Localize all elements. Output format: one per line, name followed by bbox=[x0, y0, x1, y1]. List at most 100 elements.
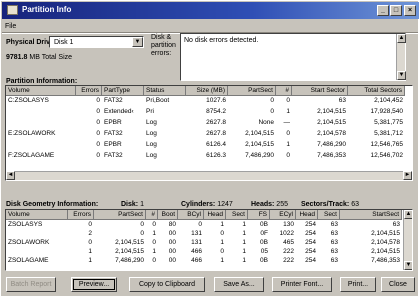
table-cell: 1 bbox=[286, 141, 290, 148]
table-cell: 254 bbox=[305, 239, 316, 246]
geometry-vscrollbar[interactable]: ▲ ▼ bbox=[403, 210, 412, 270]
table-cell: 63 bbox=[330, 221, 338, 228]
partition-info-window: Partition Info _ □ × File Physical Drive… bbox=[0, 0, 419, 297]
column-header[interactable]: # bbox=[146, 210, 158, 220]
column-header[interactable]: BCyl bbox=[178, 210, 204, 220]
table-cell: 2,104,515 bbox=[245, 141, 274, 148]
column-header[interactable]: PartSect bbox=[228, 86, 276, 96]
close-window-button[interactable]: × bbox=[404, 5, 416, 16]
table-cell: 5,381,775 bbox=[374, 119, 403, 126]
table-cell: 0 bbox=[220, 230, 224, 237]
printer-font-button[interactable]: Printer Font... bbox=[272, 277, 332, 292]
scroll-up-icon[interactable]: ▲ bbox=[404, 210, 412, 219]
table-cell: 0 bbox=[96, 152, 100, 159]
table-cell: 0 bbox=[152, 239, 156, 246]
table-cell: 5,381,712 bbox=[374, 130, 403, 137]
scroll-down-icon[interactable]: ▼ bbox=[404, 261, 412, 270]
column-header[interactable]: Total Sectors bbox=[348, 86, 405, 96]
table-row[interactable]: ZSOLASYS 0 0 0 80 0 1 1 0B 130 254 63 63 bbox=[6, 221, 402, 230]
table-cell: 254 bbox=[305, 230, 316, 237]
table-cell: FAT32 bbox=[104, 152, 123, 159]
column-header[interactable]: ECyl bbox=[270, 210, 296, 220]
menu-file[interactable]: File bbox=[5, 23, 16, 30]
errors-scrollbar[interactable]: ▲ ▼ bbox=[396, 34, 406, 80]
column-header[interactable]: FS bbox=[248, 210, 270, 220]
scroll-right-icon[interactable]: ► bbox=[403, 171, 412, 180]
title-bar[interactable]: Partition Info _ □ × bbox=[2, 2, 419, 19]
scroll-left-icon[interactable]: ◄ bbox=[6, 171, 15, 180]
table-cell: 0 bbox=[96, 141, 100, 148]
table-row[interactable]: E:ZSOLAWORK 0 FAT32 Log 2627.8 2,104,515 0 2,10… bbox=[6, 130, 405, 141]
maximize-button[interactable]: □ bbox=[390, 5, 402, 16]
table-cell: 0 bbox=[198, 221, 202, 228]
column-header[interactable]: Head bbox=[296, 210, 318, 220]
table-row[interactable]: ZSOLAGAME 1 7,486,290 0 00 466 1 1 0B 222 254 63 7,4… bbox=[6, 257, 402, 266]
minimize-button[interactable]: _ bbox=[377, 5, 389, 16]
table-cell: 466 bbox=[191, 248, 202, 255]
chevron-down-icon[interactable]: ▼ bbox=[132, 37, 143, 47]
table-cell: 0B bbox=[260, 221, 268, 228]
table-row[interactable]: 0 Extended‹ Pri 8754.2 0 1 2,104,515 17,928,540 bbox=[6, 108, 405, 119]
table-row[interactable]: 0 EPBR Log 6126.4 2,104,515 1 7,486,290 12,546,… bbox=[6, 141, 405, 152]
column-header[interactable]: Boot bbox=[158, 210, 178, 220]
table-cell: ZSOLAWORK bbox=[8, 239, 50, 246]
table-cell: 63 bbox=[330, 230, 338, 237]
table-cell: 00 bbox=[168, 230, 176, 237]
scroll-down-icon[interactable]: ▼ bbox=[397, 71, 406, 80]
table-row[interactable]: F:ZSOLAGAME 0 FAT32 Log 6126.3 7,486,290 0 7,48… bbox=[6, 152, 405, 163]
geometry-table[interactable]: Volume Errors PartSect # Boot BCyl Head Sect FS E… bbox=[5, 209, 413, 271]
table-cell: 131 bbox=[191, 230, 202, 237]
column-header[interactable]: StartSect bbox=[340, 210, 402, 220]
table-cell: 1 bbox=[242, 230, 246, 237]
table-cell: 254 bbox=[305, 248, 316, 255]
geom-heads-value: 255 bbox=[276, 201, 288, 208]
table-cell: 12,546,702 bbox=[370, 152, 403, 159]
table-cell: FAT32 bbox=[104, 97, 123, 104]
table-row[interactable]: ZSOLAWORK 0 2,104,515 0 00 131 1 1 0B 465 254 63 2,1… bbox=[6, 239, 402, 248]
column-header[interactable]: Volume bbox=[6, 210, 68, 220]
table-row[interactable]: 2 0 1 00 131 0 1 0F 1022 254 63 2,104,515 bbox=[6, 230, 402, 239]
copy-clipboard-button[interactable]: Copy to Clipboard bbox=[129, 277, 205, 292]
disk-errors-box: No disk errors detected. ▲ ▼ bbox=[180, 33, 406, 81]
close-button[interactable]: Close bbox=[381, 277, 415, 292]
column-header[interactable]: Volume bbox=[6, 86, 76, 96]
table-cell: 466 bbox=[191, 257, 202, 264]
batch-report-button[interactable]: Batch Report bbox=[6, 277, 56, 292]
print-button[interactable]: Print... bbox=[340, 277, 376, 292]
table-row[interactable]: C:ZSOLASYS 0 FAT32 Pri,Boot 1027.6 0 0 63 2,104,… bbox=[6, 97, 405, 108]
column-header[interactable]: Head bbox=[204, 210, 226, 220]
total-size: 9781.8 MB Total Size bbox=[6, 53, 72, 62]
table-cell: 0 bbox=[286, 152, 290, 159]
column-header[interactable]: Size (MB) bbox=[186, 86, 228, 96]
column-header[interactable]: Status bbox=[144, 86, 186, 96]
table-cell: 254 bbox=[305, 221, 316, 228]
table-row[interactable]: 0 EPBR Log 2627.8 None — 2,104,515 5,381,775 bbox=[6, 119, 405, 130]
save-as-button[interactable]: Save As... bbox=[214, 277, 264, 292]
preview-button[interactable]: Preview... bbox=[71, 277, 117, 292]
table-cell: Log bbox=[146, 152, 157, 159]
column-header[interactable]: Start Sector bbox=[292, 86, 348, 96]
column-header[interactable]: Errors bbox=[68, 210, 94, 220]
column-header[interactable]: Sect bbox=[226, 210, 248, 220]
table-cell: 0 bbox=[88, 221, 92, 228]
table-cell: 0 bbox=[152, 221, 156, 228]
column-header[interactable]: Sect bbox=[318, 210, 340, 220]
table-cell: 7,486,290 bbox=[245, 152, 274, 159]
table-cell: 0 bbox=[152, 257, 156, 264]
column-header[interactable]: # bbox=[276, 86, 292, 96]
physical-drive-select[interactable]: Disk 1 ▼ bbox=[49, 36, 144, 48]
table-cell: ZSOLASYS bbox=[8, 221, 43, 228]
table-cell: 465 bbox=[283, 239, 294, 246]
partition-hscrollbar[interactable]: ◄ ► bbox=[6, 171, 412, 180]
column-header[interactable]: Errors bbox=[76, 86, 102, 96]
disk-errors-label: Disk & partition errors: bbox=[151, 34, 176, 57]
table-cell: 1 bbox=[242, 248, 246, 255]
scroll-up-icon[interactable]: ▲ bbox=[397, 34, 406, 43]
table-cell: 8754.2 bbox=[206, 108, 226, 115]
table-cell: 2,104,515 bbox=[245, 130, 274, 137]
column-header[interactable]: PartSect bbox=[94, 210, 146, 220]
table-row[interactable]: 1 2,104,515 1 00 466 0 1 05 222 254 63 2,104,515 bbox=[6, 248, 402, 257]
geom-spt-label: Sectors/Track: bbox=[301, 201, 350, 208]
column-header[interactable]: PartType bbox=[102, 86, 144, 96]
partition-table[interactable]: Volume Errors PartType Status Size (MB) PartS… bbox=[5, 85, 413, 181]
